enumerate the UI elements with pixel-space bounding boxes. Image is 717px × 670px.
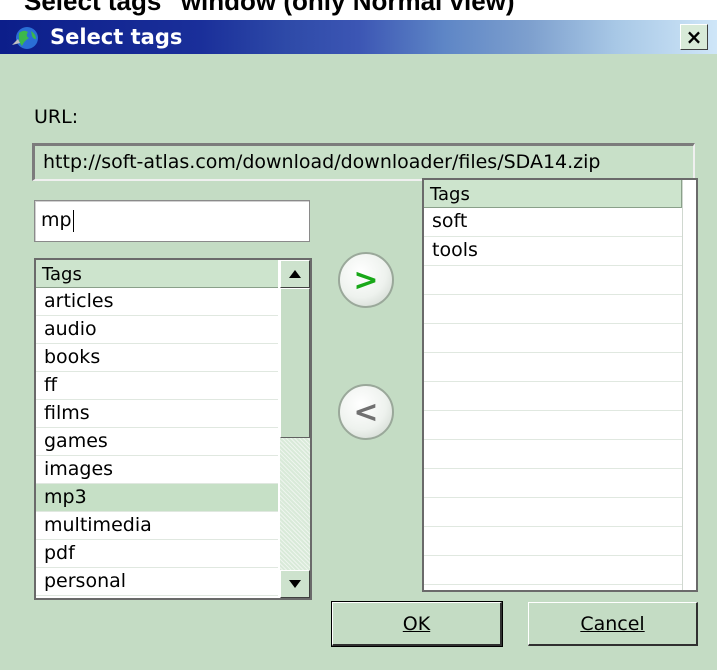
window-title: Select tags xyxy=(50,25,183,49)
empty-row xyxy=(424,324,682,353)
empty-row xyxy=(424,266,682,295)
filter-text: mp xyxy=(41,209,72,231)
empty-row xyxy=(424,527,682,556)
figure-caption: Select tags" window (only Normal view) xyxy=(24,0,515,16)
selected-tags-list[interactable]: Tags soft tools xyxy=(422,178,698,592)
available-tag-item[interactable]: games xyxy=(36,428,278,456)
empty-row xyxy=(424,295,682,324)
empty-row xyxy=(424,382,682,411)
close-icon: × xyxy=(685,25,703,49)
available-tags-scrollbar[interactable] xyxy=(280,260,310,598)
cancel-button[interactable]: Cancel xyxy=(528,602,698,646)
select-tags-dialog: Select tags × URL: http://soft-atlas.com… xyxy=(0,20,717,670)
add-tag-button[interactable]: > xyxy=(338,252,394,308)
scroll-down-icon xyxy=(289,580,301,588)
globe-icon xyxy=(12,27,38,49)
empty-row xyxy=(424,498,682,527)
column-divider xyxy=(682,180,683,590)
available-tag-item[interactable]: films xyxy=(36,400,278,428)
available-tag-item[interactable]: mp3 xyxy=(36,484,278,512)
available-tag-item[interactable]: images xyxy=(36,456,278,484)
arrow-left-icon: < xyxy=(353,394,379,430)
arrow-right-icon: > xyxy=(353,262,379,298)
url-field: http://soft-atlas.com/download/downloade… xyxy=(32,143,695,181)
available-tag-item[interactable]: pdf xyxy=(36,540,278,568)
available-tag-item[interactable]: personal xyxy=(36,568,278,596)
ok-label: OK xyxy=(402,612,431,635)
available-tag-item[interactable]: articles xyxy=(36,288,278,316)
available-tags-list[interactable]: Tags articles audio books ff films games image… xyxy=(34,258,312,600)
url-label: URL: xyxy=(34,106,79,128)
selected-tags-header[interactable]: Tags xyxy=(424,180,682,208)
empty-row xyxy=(424,440,682,469)
available-tag-item[interactable]: multimedia xyxy=(36,512,278,540)
scroll-down-button[interactable] xyxy=(280,570,310,598)
scroll-up-icon xyxy=(289,270,301,278)
selected-tag-item[interactable]: tools xyxy=(424,237,682,266)
available-tag-item[interactable]: ff xyxy=(36,372,278,400)
empty-row xyxy=(424,556,682,585)
available-tag-item[interactable]: books xyxy=(36,344,278,372)
title-bar[interactable]: Select tags × xyxy=(0,20,717,54)
remove-tag-button[interactable]: < xyxy=(338,384,394,440)
selected-tag-item[interactable]: soft xyxy=(424,208,682,237)
empty-row xyxy=(424,469,682,498)
scroll-up-button[interactable] xyxy=(280,260,310,288)
available-tags-header[interactable]: Tags xyxy=(36,260,278,288)
scroll-thumb[interactable] xyxy=(280,288,310,438)
ok-button[interactable]: OK xyxy=(331,601,503,647)
text-caret xyxy=(72,209,74,232)
empty-row xyxy=(424,411,682,440)
empty-row xyxy=(424,353,682,382)
cancel-label: Cancel xyxy=(580,612,645,635)
close-button[interactable]: × xyxy=(680,24,708,50)
available-tag-item[interactable]: audio xyxy=(36,316,278,344)
tag-filter-input[interactable]: mp xyxy=(34,200,310,242)
